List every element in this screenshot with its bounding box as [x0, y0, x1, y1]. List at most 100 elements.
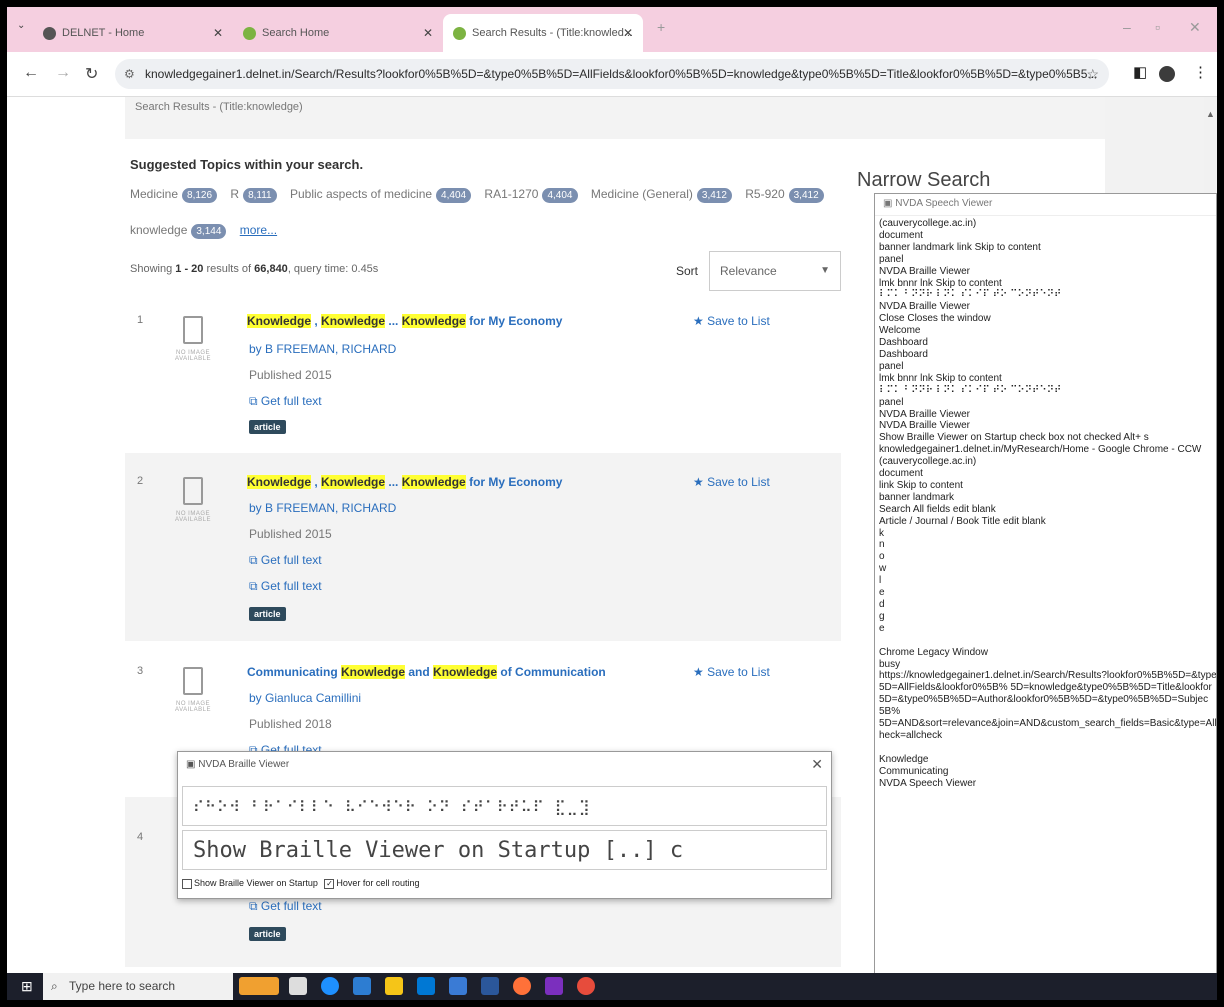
get-full-text-link[interactable]: ⧉ Get full text — [249, 553, 322, 568]
speech-log-line: lmk bnnr lnk Skip to content — [879, 372, 1002, 384]
speech-log-line: 5B% — [879, 706, 901, 718]
tab-delnet-home[interactable]: DELNET - Home ✕ — [33, 14, 233, 52]
profile-avatar-icon[interactable] — [1159, 66, 1175, 82]
close-window-icon[interactable]: ✕ — [1189, 19, 1201, 36]
speech-log-line — [879, 742, 1212, 754]
minimize-icon[interactable]: – — [1123, 19, 1131, 35]
address-bar[interactable]: ⚙ knowledgegainer1.delnet.in/Search/Resu… — [115, 59, 1109, 89]
topic-link[interactable]: knowledge 3,144 — [130, 223, 227, 239]
braille-viewer-titlebar[interactable]: ▣ NVDA Braille Viewer — [178, 752, 831, 778]
forward-icon[interactable]: → — [55, 64, 71, 82]
close-tab-icon[interactable]: ✕ — [213, 26, 223, 40]
nvda-icon: ▣ — [186, 759, 199, 770]
speech-log-line: w — [879, 563, 887, 575]
new-tab-icon[interactable]: + — [657, 19, 665, 35]
result-item: 2 NO IMAGE AVAILABLE Knowledge , Knowled… — [125, 453, 841, 641]
hover-cell-routing-checkbox[interactable]: ✓ Hover for cell routing — [324, 878, 419, 889]
back-icon[interactable]: ← — [23, 64, 39, 82]
firefox-icon[interactable] — [513, 977, 531, 995]
result-title-link[interactable]: Communicating Knowledge and Knowledge of… — [247, 665, 606, 679]
restore-icon[interactable]: ▫ — [1155, 19, 1160, 35]
taskbar-search-placeholder: Type here to search — [69, 979, 176, 993]
taskbar-search-box[interactable]: ⌕ Type here to search — [43, 973, 233, 1000]
result-number: 3 — [137, 665, 144, 677]
braille-cells[interactable]: ⠎⠓⠕⠺ ⠃⠗⠁⠊⠇⠇⠑ ⠧⠊⠑⠺⠑⠗ ⠕⠝ ⠎⠞⠁⠗⠞⠥⠏ ⣏⣀⣹ — [182, 786, 827, 826]
braille-text-display[interactable]: Show Braille Viewer on Startup [..] c — [182, 830, 827, 870]
star-icon: ★ — [693, 314, 708, 328]
save-to-list-button[interactable]: ★ Save to List — [693, 665, 770, 679]
word-icon[interactable] — [481, 977, 499, 995]
url-text: knowledgegainer1.delnet.in/Search/Result… — [145, 67, 1098, 81]
result-title-link[interactable]: Knowledge , Knowledge ... Knowledge for … — [247, 475, 562, 489]
nvda-taskbar-icon[interactable] — [545, 977, 563, 995]
bookmark-star-icon[interactable]: ☆ — [1086, 59, 1099, 89]
speech-log-line: banner landmark link Skip to content — [879, 241, 1041, 253]
braille-options: Show Braille Viewer on Startup ✓ Hover fo… — [182, 878, 419, 889]
get-full-text-link[interactable]: ⧉ Get full text — [249, 394, 322, 409]
get-full-text-link[interactable]: ⧉ Get full text — [249, 579, 322, 594]
store-icon[interactable] — [353, 977, 371, 995]
windows-start-icon[interactable]: ⊞ — [21, 978, 33, 995]
save-to-list-button[interactable]: ★ Save to List — [693, 314, 770, 328]
speech-log-line: Search All fields edit blank — [879, 503, 996, 515]
search-favicon-icon — [243, 26, 256, 40]
scroll-up-icon[interactable]: ▲ — [1206, 109, 1215, 119]
page-left-margin — [7, 97, 110, 973]
file-explorer-icon[interactable] — [385, 977, 403, 995]
speech-log-line: Knowledge — [879, 753, 929, 765]
result-number: 1 — [137, 314, 144, 326]
get-full-text-link[interactable]: ⧉ Get full text — [249, 899, 322, 914]
close-tab-icon[interactable]: ✕ — [423, 26, 433, 40]
speech-log-line: d — [879, 599, 885, 610]
topic-link[interactable]: Public aspects of medicine 4,404 — [290, 187, 472, 203]
suggested-topics-row-1: Medicine 8,126 R 8,111 Public aspects of m… — [130, 187, 834, 203]
speech-log-line: (cauverycollege.ac.in) — [879, 218, 977, 229]
site-info-icon[interactable]: ⚙ — [124, 59, 135, 89]
app-icon[interactable] — [449, 977, 467, 995]
close-tab-icon[interactable]: ✕ — [623, 26, 633, 40]
more-topics-link[interactable]: more... — [240, 223, 277, 237]
show-on-startup-checkbox[interactable]: Show Braille Viewer on Startup — [182, 878, 318, 889]
sidepanel-icon[interactable]: ◧ — [1133, 63, 1147, 81]
speech-log-line: 5D=AllFields&lookfor0%5B% 5D=knowledge&t… — [879, 682, 1212, 694]
edge-icon[interactable] — [321, 977, 339, 995]
tab-search-results[interactable]: Search Results - (Title:knowled... ✕ — [443, 14, 643, 52]
result-author-link[interactable]: by Gianluca Camillini — [249, 691, 361, 705]
result-title-link[interactable]: Knowledge , Knowledge ... Knowledge for … — [247, 314, 562, 328]
result-author-link[interactable]: by B FREEMAN, RICHARD — [249, 342, 396, 356]
topic-link[interactable]: Medicine (General) 3,412 — [591, 187, 732, 203]
browser-tab-strip: ⌄ DELNET - Home ✕ Search Home ✕ Search R… — [7, 7, 1217, 52]
speech-log[interactable]: (cauverycollege.ac.in) document banner lan… — [875, 216, 1216, 792]
weather-widget-icon[interactable] — [239, 977, 279, 995]
checkbox-checked-icon: ✓ — [324, 878, 335, 889]
speech-viewer-titlebar[interactable]: ▣ NVDA Speech Viewer — [875, 194, 1216, 216]
reload-icon[interactable]: ↻ — [85, 64, 98, 84]
speech-log-line: n — [879, 539, 885, 551]
chrome-icon[interactable] — [577, 977, 595, 995]
sort-value: Relevance — [720, 264, 777, 278]
speech-log-line: Show Braille Viewer on Startup check box… — [879, 432, 1149, 444]
document-icon — [183, 316, 203, 344]
tab-search-home[interactable]: Search Home ✕ — [233, 14, 443, 52]
speech-log-line: knowledgegainer1.delnet.in/MyResearch/Ho… — [879, 444, 1202, 456]
speech-log-line: NVDA Braille Viewer — [879, 408, 970, 420]
speech-log-line: Dashboard — [879, 348, 928, 360]
speech-log-line: l — [879, 575, 882, 587]
result-author-link[interactable]: by B FREEMAN, RICHARD — [249, 501, 396, 515]
topic-link[interactable]: R5-920 3,412 — [745, 187, 824, 203]
topic-link[interactable]: Medicine 8,126 — [130, 187, 218, 203]
menu-kebab-icon[interactable]: ⋮ — [1193, 63, 1208, 81]
search-icon: ⌕ — [51, 979, 58, 993]
mail-icon[interactable] — [417, 977, 435, 995]
sort-select[interactable]: Relevance ▼ — [709, 251, 841, 291]
topic-link[interactable]: RA1-1270 4,404 — [484, 187, 578, 203]
result-published: Published 2015 — [249, 368, 332, 382]
task-view-icon[interactable] — [289, 977, 307, 995]
topic-link[interactable]: R 8,111 — [230, 187, 277, 203]
close-icon[interactable]: ✕ — [811, 756, 823, 773]
save-to-list-button[interactable]: ★ Save to List — [693, 475, 770, 489]
breadcrumb: Search Results - (Title:knowledge) — [125, 97, 1105, 139]
search-favicon-icon — [453, 26, 466, 40]
speech-log-line: Dashboard — [879, 337, 928, 349]
tab-search-chevron-icon[interactable]: ⌄ — [17, 20, 25, 31]
